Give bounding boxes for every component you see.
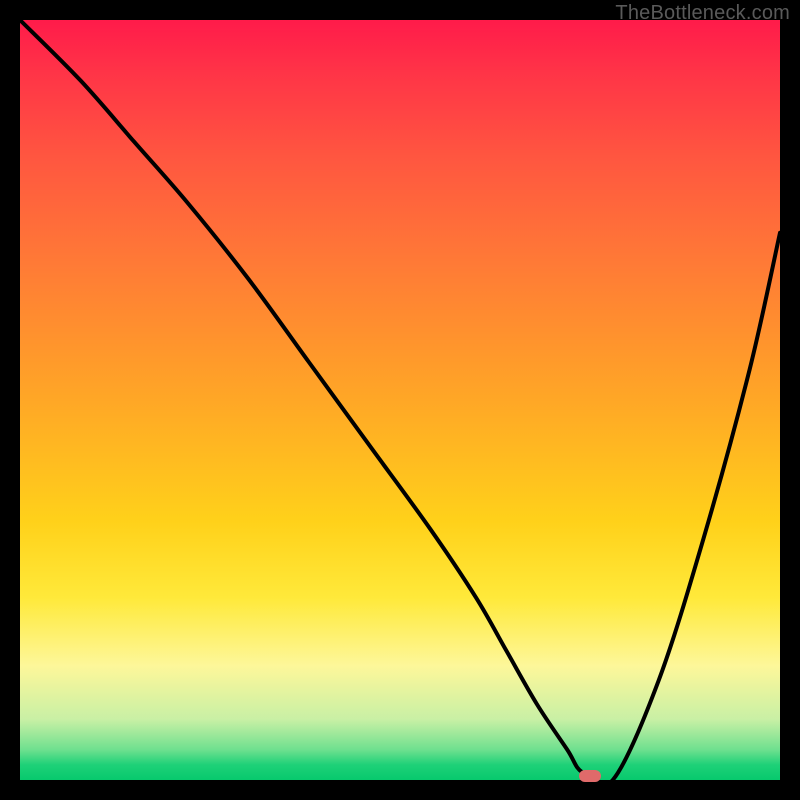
optimal-marker [579,770,601,782]
bottleneck-curve [20,20,780,780]
chart-stage: TheBottleneck.com [0,0,800,800]
watermark-text: TheBottleneck.com [615,2,790,25]
